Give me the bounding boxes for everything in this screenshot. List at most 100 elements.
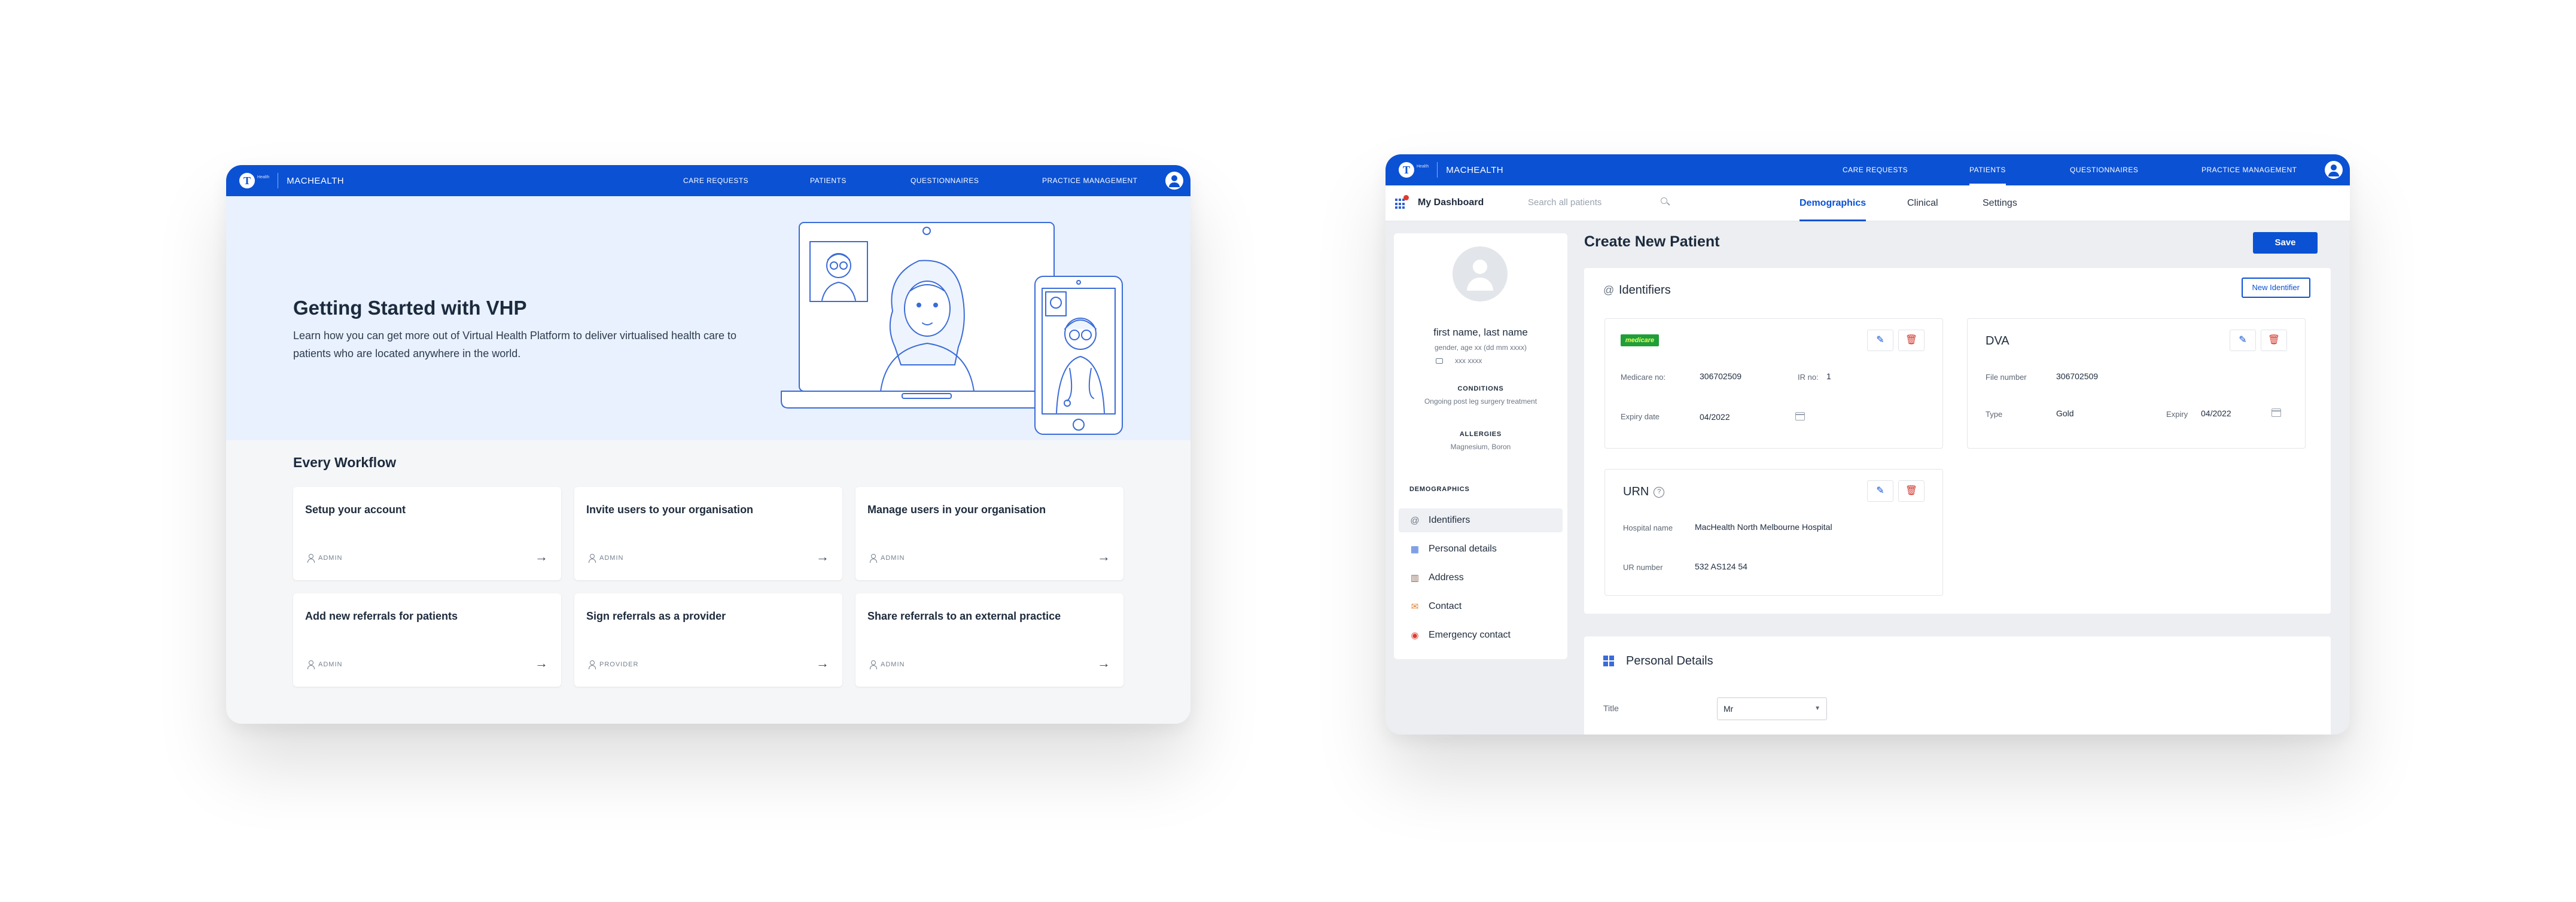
calendar-icon[interactable]: [1795, 412, 1805, 420]
ur-number-value[interactable]: 532 AS124 54: [1695, 562, 1747, 571]
hospital-name-value[interactable]: MacHealth North Melbourne Hospital: [1695, 522, 1832, 532]
medicare-number-label: Medicare no:: [1621, 373, 1666, 382]
emergency-icon: ◉: [1411, 630, 1419, 641]
arrow-right-icon[interactable]: →: [816, 656, 829, 671]
page-title: Create New Patient: [1584, 233, 1720, 250]
demographics-label: DEMOGRAPHICS: [1409, 486, 1470, 493]
file-number-value[interactable]: 306702509: [2056, 371, 2098, 381]
nav-questionnaires[interactable]: QUESTIONNAIRES: [2070, 154, 2138, 185]
nav-care-requests[interactable]: CARE REQUESTS: [1843, 154, 1908, 185]
workflow-card[interactable]: Invite users to your organisation ADMIN …: [574, 487, 842, 580]
delete-button[interactable]: 🗑: [2261, 330, 2287, 351]
nav-practice-management[interactable]: PRACTICE MANAGEMENT: [2202, 154, 2297, 185]
user-icon: [869, 554, 877, 563]
delete-button[interactable]: 🗑: [1898, 480, 1925, 502]
nav-care-requests[interactable]: CARE REQUESTS: [683, 165, 748, 196]
urn-card: URN? ✎ 🗑 Hospital name MacHealth North M…: [1604, 469, 1943, 596]
user-account-icon[interactable]: [2325, 161, 2343, 179]
arrow-right-icon[interactable]: →: [816, 549, 829, 565]
title-field-label: Title: [1603, 703, 1619, 713]
info-icon[interactable]: ?: [1654, 486, 1665, 498]
apps-grid-icon[interactable]: [1395, 199, 1406, 209]
telstra-logo-icon: T: [1399, 162, 1414, 178]
identifiers-panel: @ Identifiers New Identifier medicare ✎ …: [1584, 268, 2331, 614]
new-identifier-button[interactable]: New Identifier: [2241, 278, 2310, 298]
chevron-down-icon: ▼: [1814, 705, 1820, 712]
brand-logo[interactable]: T Health MACHEALTH: [1399, 162, 1503, 178]
workflow-card[interactable]: Add new referrals for patients ADMIN →: [293, 593, 561, 687]
medicare-number-value[interactable]: 306702509: [1700, 371, 1741, 381]
brand-logo[interactable]: T Health MACHEALTH: [239, 173, 344, 188]
nav-practice-management[interactable]: PRACTICE MANAGEMENT: [1042, 165, 1138, 196]
arrow-right-icon[interactable]: →: [1097, 549, 1110, 565]
hospital-name-label: Hospital name: [1623, 523, 1673, 532]
top-nav: T Health MACHEALTH CARE REQUESTS PATIENT…: [1386, 154, 2350, 185]
patient-name: first name, last name: [1433, 327, 1528, 338]
calendar-icon[interactable]: [2271, 409, 2281, 417]
title-select-value: Mr: [1724, 704, 1734, 714]
user-icon: [869, 660, 877, 669]
dva-expiry-value[interactable]: 04/2022: [2201, 409, 2231, 418]
arrow-right-icon[interactable]: →: [535, 656, 548, 671]
allergies-value: Magnesium, Boron: [1450, 443, 1511, 451]
file-number-label: File number: [1986, 373, 2027, 382]
nav-questionnaires[interactable]: QUESTIONNAIRES: [911, 165, 979, 196]
tab-settings[interactable]: Settings: [1983, 185, 2017, 221]
brand-name: MACHEALTH: [287, 175, 345, 186]
sidebar-item-address[interactable]: ▥ Address: [1399, 566, 1563, 590]
my-dashboard-link[interactable]: My Dashboard: [1418, 197, 1484, 208]
urn-title-text: URN: [1623, 485, 1649, 498]
workflow-card[interactable]: Sign referrals as a provider PROVIDER →: [574, 593, 842, 687]
title-select[interactable]: Mr ▼: [1717, 697, 1827, 720]
sidebar-item-identifiers[interactable]: @ Identifiers: [1399, 508, 1563, 532]
user-icon: [587, 554, 596, 563]
nav-patients[interactable]: PATIENTS: [810, 165, 847, 196]
arrow-right-icon[interactable]: →: [535, 549, 548, 565]
tab-clinical[interactable]: Clinical: [1907, 185, 1938, 221]
role-label: ADMIN: [318, 661, 343, 668]
expiry-date-value[interactable]: 04/2022: [1700, 412, 1730, 422]
card-role: ADMIN: [306, 660, 342, 669]
type-label: Type: [1986, 410, 2003, 419]
irn-label: IR no:: [1798, 373, 1819, 382]
sidebar-item-emergency-contact[interactable]: ◉ Emergency contact: [1399, 623, 1563, 647]
workflow-card[interactable]: Manage users in your organisation ADMIN …: [855, 487, 1123, 580]
grid-icon: [1603, 656, 1614, 666]
edit-button[interactable]: ✎: [2230, 330, 2256, 351]
edit-button[interactable]: ✎: [1867, 480, 1893, 502]
dva-expiry-label: Expiry: [2166, 410, 2188, 419]
card-role: ADMIN: [306, 554, 342, 563]
nav-patients[interactable]: PATIENTS: [1969, 154, 2006, 185]
type-value[interactable]: Gold: [2056, 409, 2074, 418]
personal-details-panel: Personal Details Title Mr ▼: [1584, 636, 2331, 735]
mail-icon: ✉: [1411, 602, 1419, 612]
workflow-card[interactable]: Setup your account ADMIN →: [293, 487, 561, 580]
building-icon: ▥: [1410, 573, 1420, 583]
arrow-right-icon[interactable]: →: [1097, 656, 1110, 671]
tab-demographics[interactable]: Demographics: [1799, 185, 1866, 221]
save-button[interactable]: Save: [2253, 232, 2318, 254]
create-patient-window: T Health MACHEALTH CARE REQUESTS PATIENT…: [1386, 154, 2350, 735]
card-role: ADMIN: [587, 554, 624, 563]
sidebar-item-label: Emergency contact: [1429, 630, 1511, 640]
conditions-value: Ongoing post leg surgery treatment: [1424, 397, 1537, 406]
edit-button[interactable]: ✎: [1867, 330, 1893, 351]
sidebar-item-contact[interactable]: ✉ Contact: [1399, 595, 1563, 618]
card-title: Add new referrals for patients: [305, 610, 458, 622]
sidebar-item-personal-details[interactable]: ▦ Personal details: [1399, 537, 1563, 561]
search-icon[interactable]: [1660, 196, 1670, 207]
workflow-card[interactable]: Share referrals to an external practice …: [855, 593, 1123, 687]
user-account-icon[interactable]: [1165, 172, 1183, 190]
avatar: [1453, 246, 1508, 301]
patient-sidebar: first name, last name gender, age xx (dd…: [1394, 233, 1567, 659]
sidebar-item-label: Identifiers: [1429, 515, 1470, 525]
telstra-logo-icon: T: [239, 173, 255, 188]
irn-value[interactable]: 1: [1826, 371, 1831, 381]
role-label: ADMIN: [599, 554, 624, 562]
hero-description: Learn how you can get more out of Virtua…: [293, 330, 737, 359]
identifiers-title: Identifiers: [1619, 284, 1671, 297]
card-role: ADMIN: [869, 660, 905, 669]
card-title: Share referrals to an external practice: [867, 610, 1061, 622]
delete-button[interactable]: 🗑: [1898, 330, 1925, 351]
conditions-label: CONDITIONS: [1457, 385, 1504, 392]
